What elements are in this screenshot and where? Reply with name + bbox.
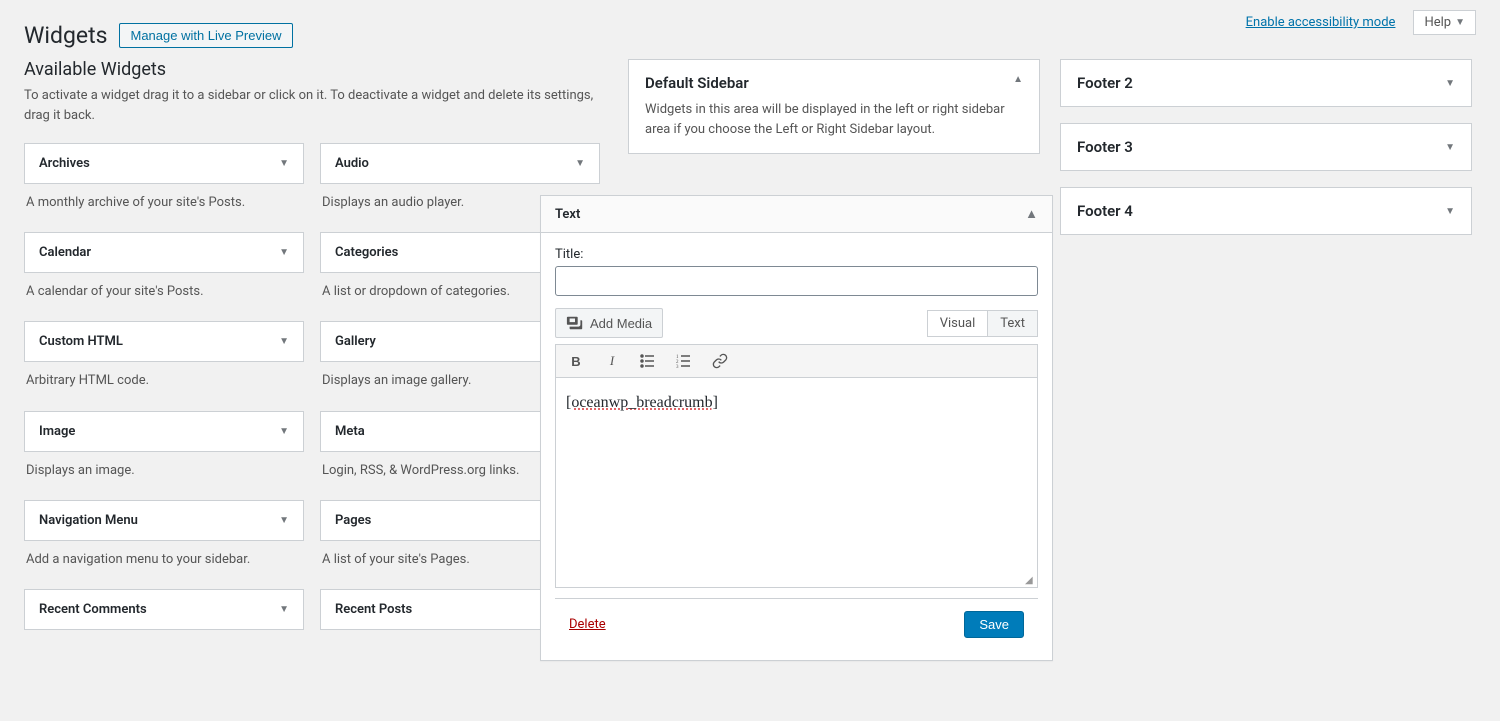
chevron-down-icon[interactable]: ▼ <box>279 604 289 615</box>
editor-toolbar: B I 123 <box>555 344 1038 378</box>
widget-desc: A calendar of your site's Posts. <box>24 273 304 305</box>
page-title: Widgets <box>24 22 107 49</box>
text-widget-title-input[interactable] <box>555 266 1038 296</box>
add-media-label: Add Media <box>590 316 652 331</box>
widget-title: Custom HTML <box>39 334 123 349</box>
widget-title: Gallery <box>335 334 376 349</box>
chevron-down-icon[interactable]: ▼ <box>279 158 289 169</box>
media-icon <box>566 314 584 332</box>
widget-card: Image ▼ Displays an image. <box>24 411 304 484</box>
caret-up-icon[interactable]: ▲ <box>1025 206 1038 222</box>
footer-title: Footer 2 <box>1077 74 1133 92</box>
save-button[interactable]: Save <box>964 611 1024 638</box>
numbered-list-icon[interactable]: 123 <box>674 351 694 371</box>
chevron-down-icon[interactable]: ▼ <box>1445 78 1455 89</box>
widget-head[interactable]: Navigation Menu ▼ <box>24 500 304 541</box>
editor-content: [oceanwp_breadcrumb] <box>566 394 718 411</box>
chevron-down-icon[interactable]: ▼ <box>575 158 585 169</box>
chevron-down-icon[interactable]: ▼ <box>1445 206 1455 217</box>
default-sidebar-title: Default Sidebar <box>645 74 749 92</box>
widget-title: Meta <box>335 424 365 439</box>
chevron-down-icon[interactable]: ▼ <box>279 515 289 526</box>
widget-title: Pages <box>335 513 371 528</box>
widget-title: Navigation Menu <box>39 513 138 528</box>
tab-visual[interactable]: Visual <box>927 310 988 337</box>
default-sidebar-desc: Widgets in this area will be displayed i… <box>629 100 1039 153</box>
footer-title: Footer 3 <box>1077 138 1133 156</box>
italic-icon[interactable]: I <box>602 351 622 371</box>
help-label: Help <box>1424 15 1451 30</box>
chevron-down-icon: ▼ <box>1455 17 1465 28</box>
footer-panel[interactable]: Footer 4 ▼ <box>1060 187 1472 235</box>
add-media-button[interactable]: Add Media <box>555 308 663 338</box>
widget-desc: Add a navigation menu to your sidebar. <box>24 541 304 573</box>
widget-title: Categories <box>335 245 398 260</box>
widget-desc: Arbitrary HTML code. <box>24 362 304 394</box>
widget-head[interactable]: Audio ▼ <box>320 143 600 184</box>
widget-title: Archives <box>39 156 90 171</box>
svg-text:3: 3 <box>676 365 679 369</box>
text-widget-header[interactable]: Text ▲ <box>541 196 1052 233</box>
widget-card: Recent Comments ▼ <box>24 589 304 630</box>
link-icon[interactable] <box>710 351 730 371</box>
text-widget-header-label: Text <box>555 207 580 222</box>
widget-title: Audio <box>335 156 369 171</box>
widget-title: Image <box>39 424 75 439</box>
available-widgets-desc: To activate a widget drag it to a sideba… <box>24 86 608 125</box>
widget-card: Archives ▼ A monthly archive of your site'… <box>24 143 304 216</box>
resize-handle-icon[interactable]: ◢ <box>1025 575 1035 585</box>
widget-title: Recent Posts <box>335 602 412 617</box>
widget-head[interactable]: Recent Comments ▼ <box>24 589 304 630</box>
widget-desc: Displays an image. <box>24 452 304 484</box>
bold-icon[interactable]: B <box>566 351 586 371</box>
footer-title: Footer 4 <box>1077 202 1133 220</box>
delete-link[interactable]: Delete <box>569 617 606 632</box>
available-widgets-heading: Available Widgets <box>24 59 608 80</box>
widget-card: Custom HTML ▼ Arbitrary HTML code. <box>24 321 304 394</box>
widget-head[interactable]: Image ▼ <box>24 411 304 452</box>
widget-card: Navigation Menu ▼ Add a navigation menu to… <box>24 500 304 573</box>
text-widget-title-label: Title: <box>555 247 1038 262</box>
chevron-down-icon[interactable]: ▼ <box>279 426 289 437</box>
footer-panel[interactable]: Footer 2 ▼ <box>1060 59 1472 107</box>
chevron-down-icon[interactable]: ▼ <box>279 336 289 347</box>
widget-title: Recent Comments <box>39 602 147 617</box>
caret-up-icon[interactable]: ▲ <box>1013 74 1023 85</box>
widget-head[interactable]: Custom HTML ▼ <box>24 321 304 362</box>
footer-panel[interactable]: Footer 3 ▼ <box>1060 123 1472 171</box>
widget-desc: A monthly archive of your site's Posts. <box>24 184 304 216</box>
enable-accessibility-link[interactable]: Enable accessibility mode <box>1246 15 1396 30</box>
widget-head[interactable]: Archives ▼ <box>24 143 304 184</box>
chevron-down-icon[interactable]: ▼ <box>279 247 289 258</box>
chevron-down-icon[interactable]: ▼ <box>1445 142 1455 153</box>
widget-card: Calendar ▼ A calendar of your site's Posts… <box>24 232 304 305</box>
editor-textarea[interactable]: [oceanwp_breadcrumb] ◢ <box>555 378 1038 588</box>
bullet-list-icon[interactable] <box>638 351 658 371</box>
help-button[interactable]: Help ▼ <box>1413 10 1476 35</box>
default-sidebar-panel[interactable]: Default Sidebar ▲ Widgets in this area w… <box>628 59 1040 154</box>
tab-text[interactable]: Text <box>987 310 1038 337</box>
widget-head[interactable]: Calendar ▼ <box>24 232 304 273</box>
widget-title: Calendar <box>39 245 91 260</box>
manage-live-preview-button[interactable]: Manage with Live Preview <box>119 23 292 48</box>
text-widget-editor: Text ▲ Title: Add Media Visual Text B I … <box>540 195 1053 661</box>
